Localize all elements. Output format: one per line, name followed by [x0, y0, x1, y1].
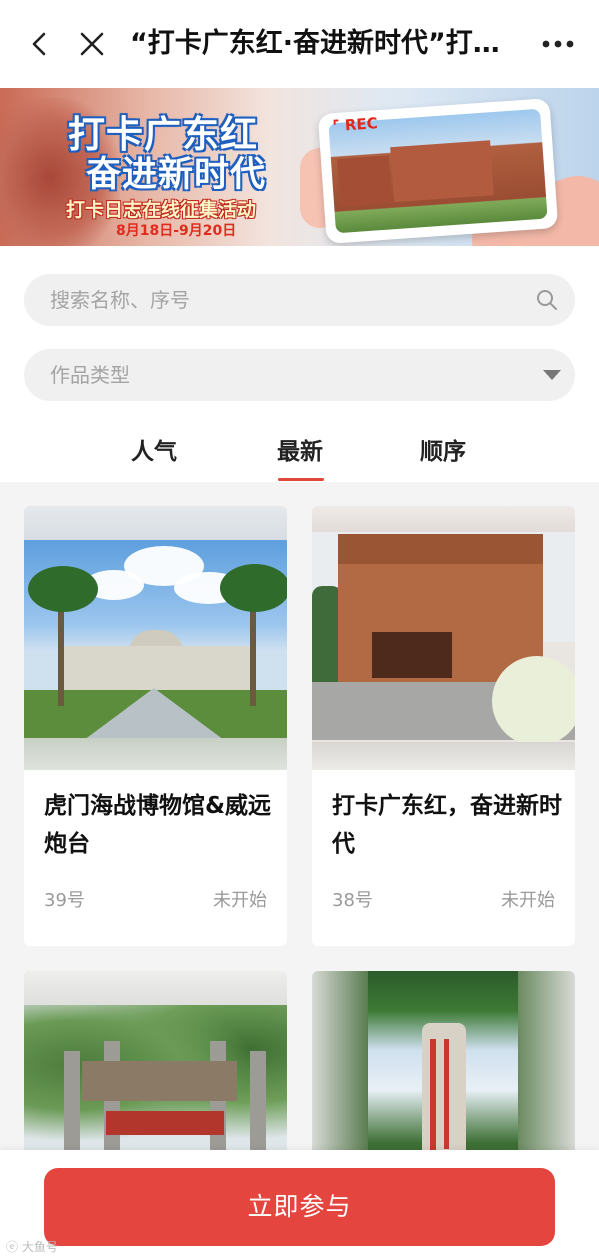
photo-blur-top	[24, 971, 287, 1005]
more-button[interactable]	[536, 22, 580, 66]
entry-card[interactable]: 虎门海战博物馆&威远炮台 39号 未开始	[24, 506, 287, 946]
rec-text: REC	[344, 114, 379, 135]
join-now-button[interactable]: 立即参与	[44, 1168, 555, 1246]
entry-photo	[24, 506, 287, 770]
bottom-action-bar: 立即参与	[0, 1150, 599, 1260]
banner-title-line2: 奋进新时代	[86, 155, 267, 195]
search-icon[interactable]	[535, 288, 559, 312]
tab-newest[interactable]: 最新	[264, 432, 336, 472]
watermark: ⓔ 大鱼号	[6, 1240, 58, 1254]
palm-frond	[28, 566, 98, 612]
rec-label: ⌜ REC	[331, 114, 379, 136]
flowers	[492, 656, 575, 746]
entry-card[interactable]: 打卡广东红，奋进新时代 38号 未开始	[312, 506, 575, 946]
dropdown-arrow-icon	[543, 370, 561, 380]
gate-pillar	[210, 1041, 226, 1161]
search-placeholder: 搜索名称、序号	[50, 288, 190, 312]
entry-photo	[312, 506, 575, 770]
banner-subtitle: 打卡日志在线征集活动	[66, 199, 257, 221]
back-icon	[32, 32, 46, 56]
palm-trunk	[250, 596, 256, 706]
tab-popular[interactable]: 人气	[119, 432, 189, 472]
entry-title: 虎门海战博物馆&威远炮台	[44, 793, 272, 857]
photo-blur-top	[24, 506, 287, 540]
entry-status: 未开始	[501, 890, 555, 911]
event-banner[interactable]: 打卡广东红 奋进新时代 打卡日志在线征集活动 8月18日-9月20日 ⌜ REC	[0, 88, 599, 246]
filter-panel: 搜索名称、序号 作品类型 人气 最新 顺序	[0, 246, 599, 482]
active-tab-indicator	[278, 478, 324, 481]
entry-title: 打卡广东红，奋进新时代	[332, 793, 562, 857]
museum-building	[62, 646, 250, 690]
memorial-gate	[82, 1061, 237, 1101]
top-nav-bar: “打卡广东红·奋进新时代”打…	[0, 0, 599, 88]
photo-blur-top	[312, 506, 575, 532]
phone-building-left	[336, 155, 393, 207]
entry-number: 38号	[332, 890, 373, 911]
palm-frond	[220, 564, 287, 612]
gate-plaque	[106, 1111, 224, 1135]
work-type-select[interactable]: 作品类型	[24, 349, 575, 401]
page-title: “打卡广东红·奋进新时代”打…	[130, 28, 500, 59]
watermark-text: 大鱼号	[21, 1240, 58, 1254]
search-input[interactable]: 搜索名称、序号	[24, 274, 575, 326]
tab-order[interactable]: 顺序	[408, 432, 478, 472]
banner-date-range: 8月18日-9月20日	[116, 223, 237, 239]
palm-trunk	[58, 596, 64, 706]
close-button[interactable]	[70, 22, 114, 66]
building-top	[338, 534, 543, 564]
photo-blur-bottom	[24, 738, 287, 770]
building-entrance	[372, 632, 452, 678]
walkway	[84, 688, 224, 740]
more-icon	[542, 40, 574, 48]
work-type-placeholder: 作品类型	[50, 363, 130, 387]
back-button[interactable]	[18, 22, 62, 66]
entry-status: 未开始	[213, 890, 267, 911]
close-icon	[80, 32, 104, 56]
gate-pillar	[104, 1041, 120, 1161]
stele-inscription	[430, 1039, 436, 1159]
phone-building	[390, 140, 494, 203]
entry-number: 39号	[44, 890, 85, 911]
stele-inscription	[444, 1039, 449, 1149]
banner-phone-illustration: ⌜ REC	[317, 98, 559, 244]
page: “打卡广东红·奋进新时代”打… 打卡广东红 奋进新时代 打卡日志在线征集活动 8…	[0, 0, 599, 1260]
photo-blur-bottom	[312, 742, 575, 770]
